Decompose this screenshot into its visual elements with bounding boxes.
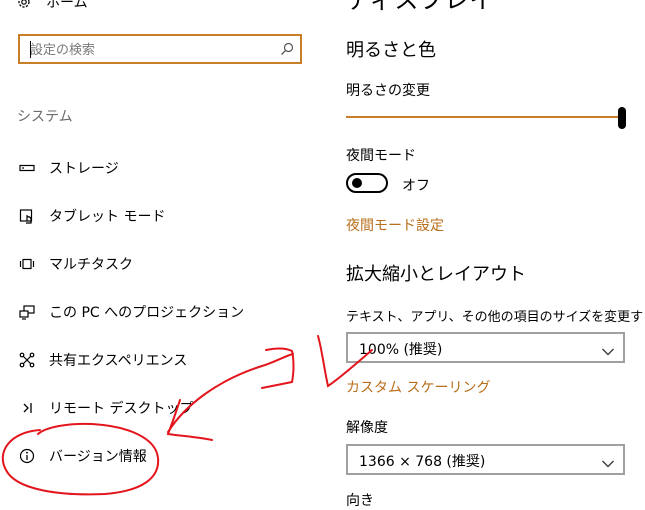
scale-dropdown[interactable]: 100% (推奨) — [346, 332, 625, 363]
page-title: ディスプレイ — [346, 0, 495, 14]
shared-experiences-icon — [18, 351, 36, 369]
night-light-settings-link[interactable]: 夜間モード設定 — [346, 215, 444, 235]
scale-dropdown-value: 100% (推奨) — [359, 342, 443, 358]
sidebar-item-multitasking[interactable]: マルチタスク — [18, 253, 133, 275]
sidebar-item-shared-experiences[interactable]: 共有エクスペリエンス — [18, 349, 187, 371]
annotation-letter-ko — [261, 347, 295, 389]
brightness-slider-thumb[interactable] — [618, 107, 626, 129]
sidebar-item-label: マルチタスク — [49, 257, 133, 273]
text-caret — [30, 41, 31, 58]
info-icon — [18, 447, 36, 465]
sidebar-item-storage[interactable]: ストレージ — [18, 157, 119, 179]
chevron-down-icon — [601, 454, 615, 473]
sidebar-item-label: リモート デスクトップ — [49, 401, 194, 417]
sidebar-item-projection[interactable]: この PC へのプロジェクション — [18, 301, 244, 323]
sidebar-item-about[interactable]: バージョン情報 — [18, 445, 147, 467]
night-light-toggle[interactable] — [346, 173, 388, 193]
brightness-slider-track[interactable] — [346, 116, 622, 118]
text-size-label: テキスト、アプリ、その他の項目のサイズを変更する — [346, 310, 645, 325]
projection-icon — [18, 303, 36, 321]
handwritten-annotation — [1, 335, 373, 496]
sidebar-item-label: ストレージ — [49, 161, 119, 177]
sidebar-item-tablet-mode[interactable]: タブレット モード — [18, 205, 165, 227]
orientation-label: 向き — [346, 493, 374, 509]
home-gear-icon — [16, 0, 32, 10]
sidebar-item-label: バージョン情報 — [49, 449, 147, 465]
brightness-heading: 明るさと色 — [346, 40, 436, 61]
scale-layout-heading: 拡大縮小とレイアウト — [346, 264, 526, 285]
sidebar-item-label: 共有エクスペリエンス — [49, 353, 188, 369]
multitasking-icon — [18, 255, 36, 273]
nav-section-label: システム — [17, 109, 73, 125]
nav-home-label: ホーム — [46, 0, 88, 11]
sidebar-item-label: タブレット モード — [49, 209, 166, 225]
resolution-dropdown-value: 1366 × 768 (推奨) — [359, 454, 486, 470]
resolution-dropdown[interactable]: 1366 × 768 (推奨) — [346, 444, 625, 475]
night-light-state: オフ — [402, 178, 430, 194]
toggle-knob — [352, 178, 362, 188]
brightness-label: 明るさの変更 — [346, 83, 430, 99]
search-input[interactable] — [30, 41, 270, 59]
nav-home[interactable]: ホーム — [16, 0, 88, 13]
custom-scaling-link[interactable]: カスタム スケーリング — [346, 377, 490, 397]
tablet-mode-icon — [18, 207, 36, 225]
settings-search-box[interactable] — [18, 34, 302, 64]
sidebar-item-remote-desktop[interactable]: リモート デスクトップ — [18, 397, 193, 419]
sidebar-item-label: この PC へのプロジェクション — [49, 305, 245, 321]
night-light-label: 夜間モード — [346, 148, 416, 164]
resolution-label: 解像度 — [346, 420, 388, 436]
chevron-down-icon — [601, 342, 615, 361]
search-icon[interactable] — [280, 41, 294, 60]
storage-icon — [18, 159, 36, 177]
remote-desktop-icon — [18, 399, 36, 417]
